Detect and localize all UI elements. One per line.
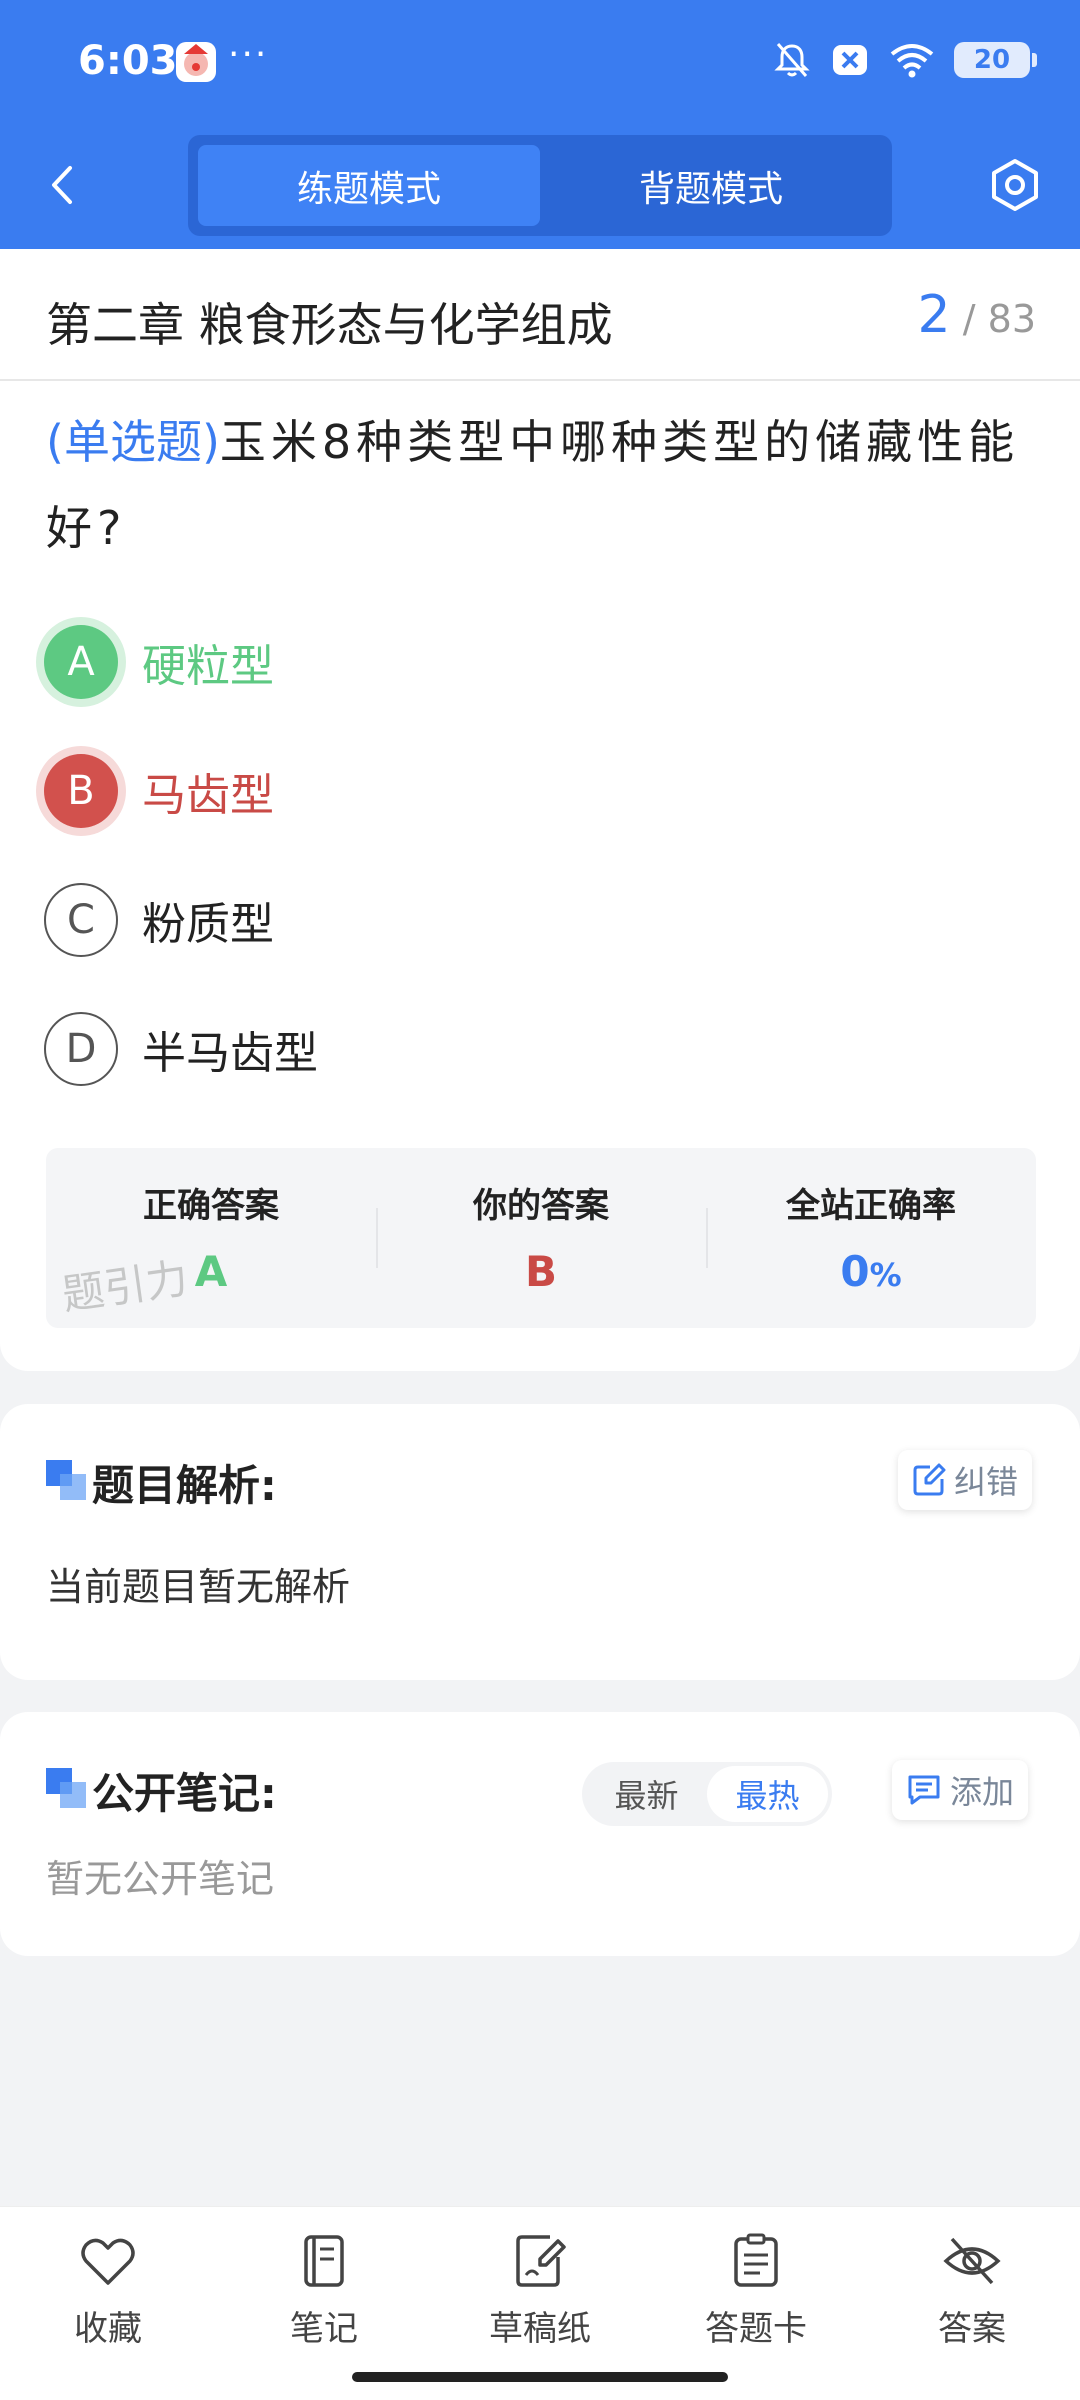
app-icon: [176, 42, 216, 82]
report-error-label: 纠错: [954, 1463, 1019, 1501]
divider: [0, 379, 1080, 381]
analysis-section: 题目解析: 纠错 当前题目暂无解析: [0, 1404, 1080, 1680]
option-text: 马齿型: [142, 770, 274, 821]
section-square-icon: [46, 1768, 86, 1808]
answer-sheet-icon: [734, 2233, 778, 2287]
stat-label: 正确答案: [143, 1186, 279, 1226]
close-box-icon: [833, 45, 867, 75]
edit-icon: [913, 1463, 946, 1496]
eye-off-icon: [943, 2237, 1001, 2285]
notebook-icon: [304, 2235, 344, 2287]
current-question-number: 2: [917, 285, 951, 345]
wifi-icon: [890, 44, 934, 78]
accuracy-value: 0%: [840, 1247, 901, 1296]
option-letter: B: [44, 754, 118, 828]
battery-icon: 20: [954, 42, 1037, 78]
option-letter: A: [44, 625, 118, 699]
status-icons: 20: [772, 40, 1037, 80]
back-icon[interactable]: [40, 160, 90, 210]
question-text: (单选题)玉米8种类型中哪种类型的储藏性能好?: [46, 399, 1036, 571]
nav-label: 笔记: [290, 2309, 358, 2349]
progress-separator: /: [962, 297, 976, 341]
mode-toggle: 练题模式 背题模式: [188, 135, 892, 236]
app-header: 6:03 ··· 20 练题模式 背题模式: [0, 0, 1080, 249]
report-error-button[interactable]: 纠错: [898, 1450, 1033, 1510]
add-note-button[interactable]: 添加: [892, 1760, 1029, 1820]
option-d[interactable]: D 半马齿型: [44, 1011, 318, 1087]
add-note-label: 添加: [950, 1773, 1015, 1811]
nav-label: 答案: [938, 2309, 1006, 2349]
option-a[interactable]: A 硬粒型: [44, 624, 274, 700]
notes-sort-toggle: 最新 最热: [582, 1762, 832, 1826]
notes-section: 公开笔记: 最新 最热 添加 暂无公开笔记: [0, 1712, 1080, 1956]
question-progress: 2 / 83: [918, 285, 1036, 345]
comment-icon: [908, 1775, 940, 1805]
draft-icon: [516, 2235, 566, 2287]
settings-icon[interactable]: [985, 155, 1045, 215]
home-indicator[interactable]: [352, 2372, 728, 2382]
nav-answer[interactable]: 答案: [864, 2207, 1080, 2400]
sort-latest[interactable]: 最新: [586, 1766, 707, 1822]
analysis-title: 题目解析:: [92, 1461, 277, 1510]
nav-label: 草稿纸: [489, 2309, 591, 2349]
option-text: 半马齿型: [142, 1028, 318, 1079]
chapter-title: 第二章 粮食形态与化学组成: [46, 298, 613, 352]
heart-icon: [81, 2238, 135, 2285]
option-b[interactable]: B 马齿型: [44, 753, 274, 829]
accuracy-number: 0: [840, 1247, 870, 1296]
analysis-body: 当前题目暂无解析: [46, 1565, 351, 1609]
notes-title: 公开笔记:: [92, 1769, 277, 1818]
stat-your-answer: 你的答案 B: [376, 1148, 706, 1328]
stat-label: 你的答案: [473, 1186, 609, 1226]
answer-stats: 正确答案 A 你的答案 B 全站正确率 0%: [46, 1148, 1036, 1328]
bottom-nav: 收藏 笔记 草稿纸 答题卡 答案: [0, 2206, 1080, 2400]
option-c[interactable]: C 粉质型: [44, 882, 274, 958]
nav-label: 答题卡: [705, 2309, 807, 2349]
mute-icon: [774, 43, 810, 77]
question-type-label: (单选题): [46, 415, 220, 469]
tab-review-mode[interactable]: 背题模式: [540, 145, 882, 226]
option-letter: D: [44, 1012, 118, 1086]
your-answer-value: B: [524, 1247, 557, 1296]
sort-hottest[interactable]: 最热: [707, 1766, 828, 1822]
status-time: 6:03: [78, 38, 178, 84]
nav-favorite[interactable]: 收藏: [0, 2207, 216, 2400]
correct-answer-value: A: [194, 1247, 228, 1296]
stat-site-accuracy: 全站正确率 0%: [706, 1148, 1036, 1328]
stat-label: 全站正确率: [786, 1186, 956, 1226]
notes-empty-text: 暂无公开笔记: [46, 1857, 275, 1901]
accuracy-unit: %: [869, 1256, 902, 1294]
total-question-count: 83: [987, 297, 1036, 341]
status-more-dots: ···: [228, 34, 269, 75]
option-text: 粉质型: [142, 899, 274, 950]
option-letter: C: [44, 883, 118, 957]
battery-level: 20: [973, 45, 1011, 75]
nav-label: 收藏: [74, 2309, 142, 2349]
section-square-icon: [46, 1460, 86, 1500]
option-text: 硬粒型: [142, 641, 274, 692]
tab-practice-mode[interactable]: 练题模式: [198, 145, 540, 226]
